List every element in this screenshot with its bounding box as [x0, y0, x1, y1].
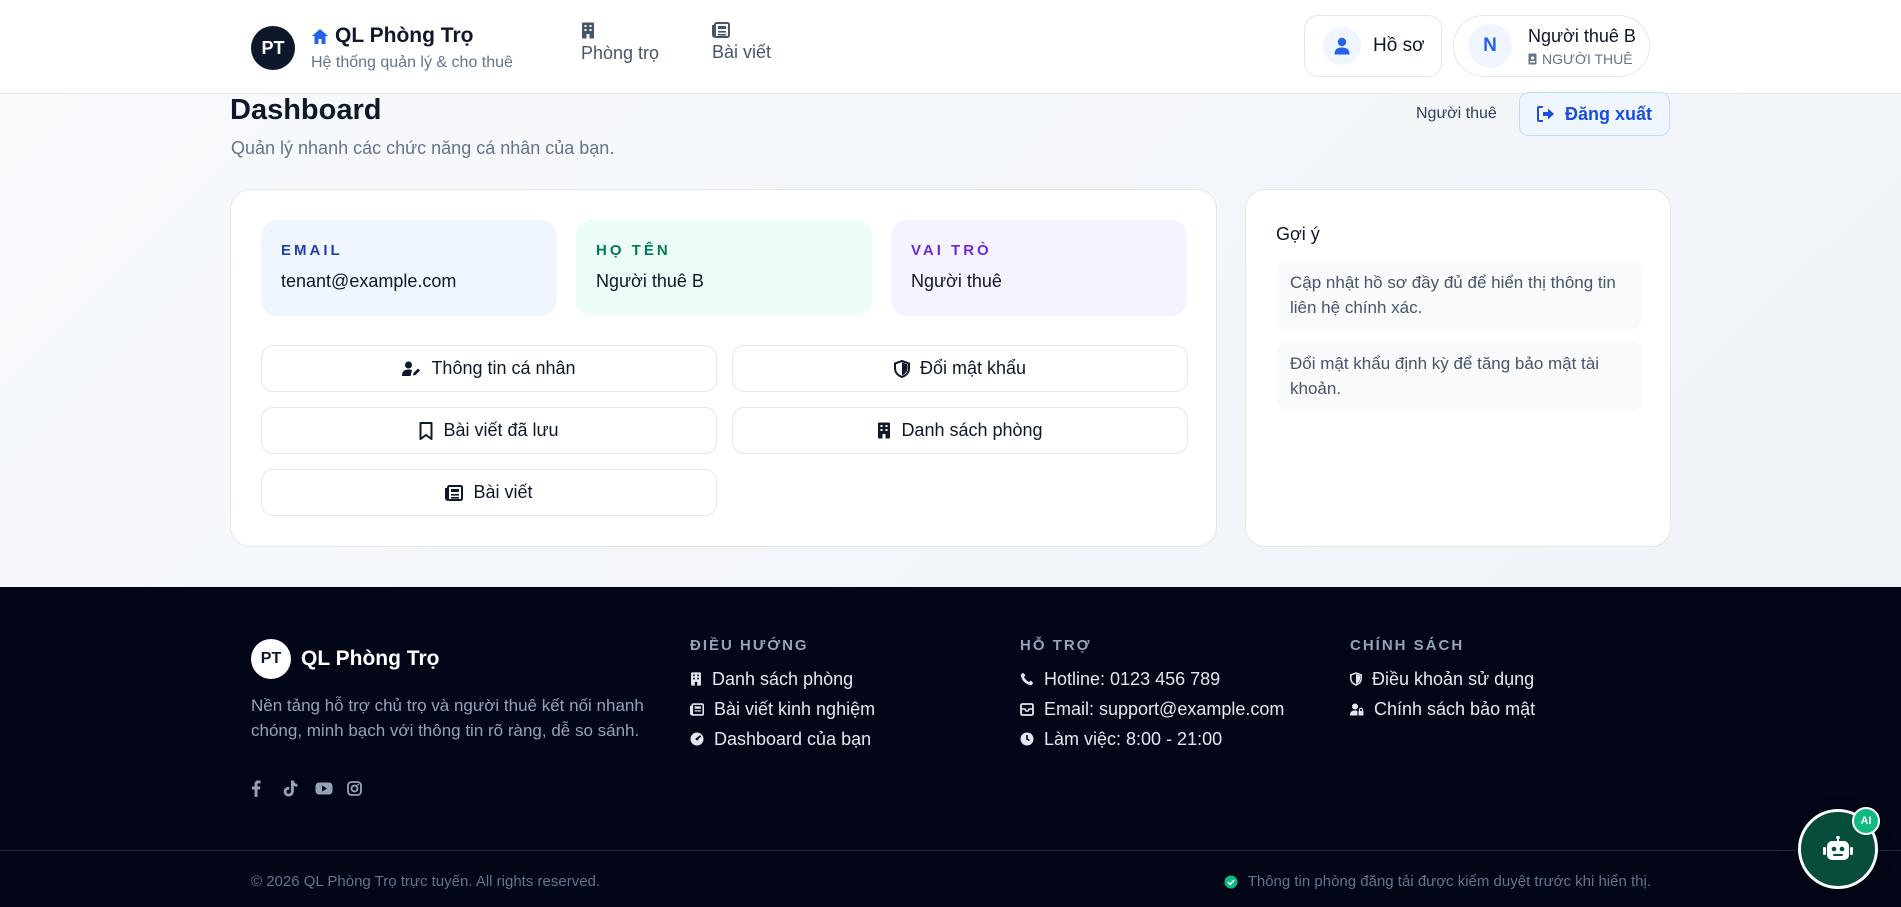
- footer-terms[interactable]: Điều khoản sử dụng: [1350, 664, 1535, 694]
- email-label: EMAIL: [281, 242, 343, 259]
- profile-info-button[interactable]: Thông tin cá nhân: [261, 345, 717, 392]
- footer-link-articles[interactable]: Bài viết kinh nghiệm: [690, 694, 875, 724]
- room-list-button[interactable]: Danh sách phòng: [732, 407, 1188, 454]
- top-header: PT QL Phòng Trọ Hệ thống quản lý & cho t…: [0, 0, 1901, 94]
- footer-support-title: HỖ TRỢ: [1020, 637, 1092, 654]
- envelope-icon: [1020, 702, 1034, 716]
- page-subtitle: Quản lý nhanh các chức năng cá nhân của …: [231, 138, 615, 158]
- footer-nav-column: ĐIỀU HƯỚNG Danh sách phòng Bài viết kinh…: [690, 637, 875, 754]
- ai-badge: AI: [1852, 807, 1880, 835]
- moderation-note: Thông tin phòng đăng tải được kiểm duyệt…: [1224, 873, 1651, 890]
- user-menu[interactable]: N Người thuê B NGƯỜI THUÊ: [1453, 15, 1650, 77]
- phone-icon: [1020, 672, 1034, 686]
- sign-out-icon: [1536, 106, 1554, 122]
- page-title: Dashboard: [230, 94, 382, 126]
- home-icon: [312, 28, 328, 44]
- role-box: VAI TRÒ Người thuê: [891, 220, 1187, 316]
- footer: PT QL Phòng Trọ Nền tảng hỗ trợ chủ trọ …: [0, 587, 1901, 907]
- logout-button[interactable]: Đăng xuất: [1519, 92, 1670, 136]
- footer-email[interactable]: Email: support@example.com: [1020, 694, 1284, 724]
- footer-link-rooms[interactable]: Danh sách phòng: [690, 664, 875, 694]
- newspaper-icon: [445, 484, 464, 501]
- profile-label: Hồ sơ: [1373, 35, 1425, 56]
- footer-privacy[interactable]: Chính sách bảo mật: [1350, 694, 1535, 724]
- tips-title: Gợi ý: [1276, 224, 1320, 244]
- user-edit-icon: [402, 361, 421, 376]
- copyright: © 2026 QL Phòng Trọ trực tuyến. All righ…: [251, 873, 601, 890]
- footer-brand-name: QL Phòng Trọ: [301, 647, 440, 670]
- gauge-icon: [690, 732, 704, 746]
- facebook-icon[interactable]: [251, 780, 283, 797]
- email-box: EMAIL tenant@example.com: [261, 220, 557, 316]
- social-links: [251, 780, 379, 797]
- posts-button[interactable]: Bài viết: [261, 469, 717, 516]
- tip-item: Đổi mật khẩu định kỳ để tăng bảo mật tài…: [1276, 341, 1642, 411]
- shield-icon: [893, 359, 910, 378]
- logout-label: Đăng xuất: [1564, 103, 1652, 124]
- brand-title: QL Phòng Trọ: [335, 24, 474, 47]
- avatar: N: [1468, 24, 1512, 68]
- change-password-label: Đổi mật khẩu: [919, 358, 1027, 378]
- user-lock-icon: [1350, 703, 1364, 715]
- dashboard-card: EMAIL tenant@example.com HỌ TÊN Người th…: [230, 189, 1217, 547]
- profile-button[interactable]: Hồ sơ: [1304, 15, 1442, 77]
- user-role: NGƯỜI THUÊ: [1542, 50, 1633, 67]
- saved-posts-label: Bài viết đã lưu: [443, 420, 559, 440]
- tip-item: Cập nhật hồ sơ đầy đủ để hiển thị thông …: [1276, 260, 1642, 330]
- tiktok-icon[interactable]: [283, 780, 315, 797]
- nav-posts-label: Bài viết: [712, 42, 772, 62]
- robot-icon: [1823, 836, 1853, 860]
- email-value: tenant@example.com: [281, 271, 457, 291]
- fullname-label: HỌ TÊN: [596, 242, 671, 259]
- newspaper-icon: [690, 702, 704, 716]
- instagram-icon[interactable]: [347, 780, 379, 797]
- check-circle-icon: [1224, 875, 1238, 888]
- footer-policy-column: CHÍNH SÁCH Điều khoản sử dụng Chính sách…: [1350, 637, 1535, 724]
- brand-logo: PT: [251, 26, 295, 70]
- footer-divider: [0, 850, 1901, 851]
- profile-info-label: Thông tin cá nhân: [431, 358, 576, 378]
- footer-hotline[interactable]: Hotline: 0123 456 789: [1020, 664, 1284, 694]
- footer-nav-title: ĐIỀU HƯỚNG: [690, 637, 809, 654]
- fullname-box: HỌ TÊN Người thuê B: [576, 220, 872, 316]
- id-badge-icon: [1528, 53, 1537, 64]
- nav-rooms[interactable]: Phòng trọ: [581, 22, 659, 64]
- tips-card: Gợi ý Cập nhật hồ sơ đầy đủ để hiển thị …: [1245, 189, 1671, 547]
- posts-label: Bài viết: [473, 482, 533, 502]
- change-password-button[interactable]: Đổi mật khẩu: [732, 345, 1188, 392]
- brand[interactable]: PT QL Phòng Trọ Hệ thống quản lý & cho t…: [251, 24, 513, 72]
- saved-posts-button[interactable]: Bài viết đã lưu: [261, 407, 717, 454]
- newspaper-icon: [712, 22, 730, 38]
- clock-icon: [1020, 732, 1034, 746]
- footer-logo: PT: [251, 639, 291, 679]
- youtube-icon[interactable]: [315, 780, 347, 797]
- room-list-label: Danh sách phòng: [901, 420, 1043, 440]
- footer-policy-title: CHÍNH SÁCH: [1350, 637, 1465, 654]
- footer-link-dashboard[interactable]: Dashboard của bạn: [690, 724, 875, 754]
- user-name: Người thuê B: [1528, 25, 1636, 46]
- nav-rooms-label: Phòng trọ: [581, 43, 660, 63]
- role-label: Người thuê: [1416, 105, 1497, 122]
- footer-hours: Làm việc: 8:00 - 21:00: [1020, 724, 1284, 754]
- brand-subtitle: Hệ thống quản lý & cho thuê: [311, 54, 513, 71]
- role-box-label: VAI TRÒ: [911, 242, 992, 259]
- fullname-value: Người thuê B: [596, 271, 704, 291]
- footer-support-column: HỖ TRỢ Hotline: 0123 456 789 Email: supp…: [1020, 637, 1284, 754]
- shield-icon: [1350, 672, 1362, 686]
- footer-brand[interactable]: PT QL Phòng Trọ: [251, 639, 439, 679]
- building-icon: [582, 22, 594, 39]
- bookmark-icon: [419, 421, 433, 440]
- nav-posts[interactable]: Bài viết: [712, 22, 771, 63]
- role-box-value: Người thuê: [911, 271, 1002, 291]
- footer-description: Nền tảng hỗ trợ chủ trọ và người thuê kế…: [251, 696, 644, 740]
- user-icon: [1334, 37, 1350, 55]
- building-icon: [878, 422, 891, 439]
- building-icon: [691, 672, 701, 686]
